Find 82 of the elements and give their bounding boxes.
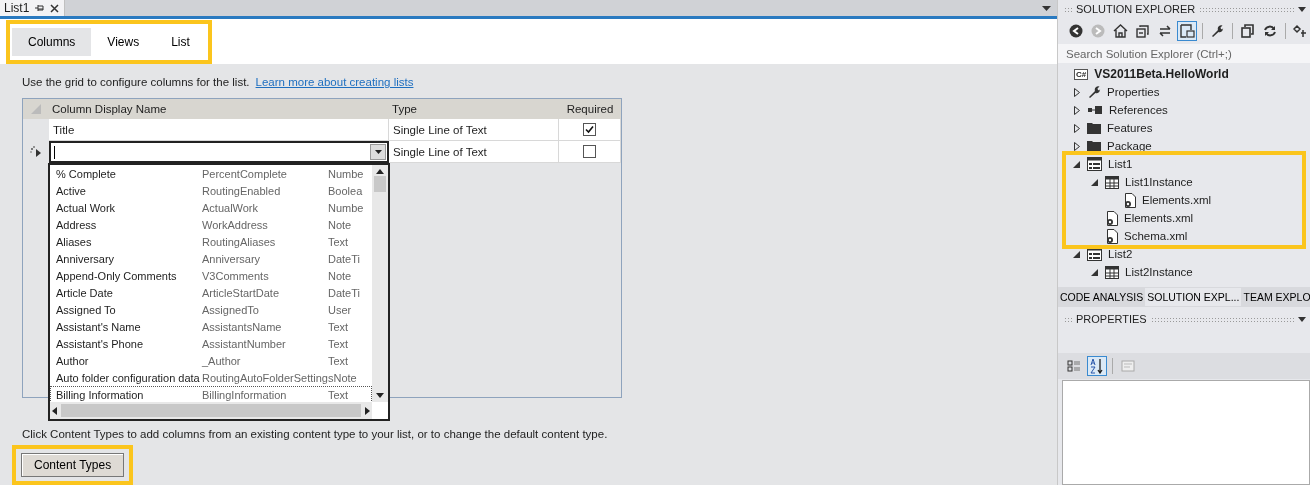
document-icon: [1105, 228, 1118, 244]
close-icon[interactable]: [50, 3, 60, 13]
scroll-down-icon[interactable]: [376, 393, 384, 398]
folder-icon: [1087, 122, 1101, 134]
panel-tab[interactable]: CODE ANALYSIS: [1058, 288, 1146, 306]
instruction-text: Use the grid to configure columns for the list.: [22, 76, 250, 88]
tree-item[interactable]: Elements.xml: [1142, 194, 1212, 206]
dropdown-item[interactable]: Active RoutingEnabled Boolea: [50, 182, 372, 199]
alphabetical-sort-icon[interactable]: [1087, 356, 1107, 376]
dropdown-item[interactable]: Author _Author Text: [50, 352, 372, 369]
dropdown-item[interactable]: Anniversary Anniversary DateTi: [50, 250, 372, 267]
tree-item[interactable]: Features: [1107, 122, 1153, 134]
tree-item[interactable]: List1: [1108, 158, 1133, 170]
table-cell: Single Line of Text: [389, 141, 559, 163]
scroll-left-icon[interactable]: [52, 406, 57, 415]
document-icon: [1105, 210, 1118, 226]
expanded-arrow-icon[interactable]: [1091, 268, 1098, 276]
tree-item[interactable]: List2Instance: [1125, 266, 1193, 278]
dropdown-item[interactable]: Actual Work ActualWork Numbe: [50, 199, 372, 216]
content-types-button[interactable]: Content Types: [21, 453, 125, 477]
project-name[interactable]: VS2011Beta.HelloWorld: [1094, 67, 1229, 81]
footer-text: Click Content Types to add columns from an existing content type to your list, or to change the default content type.: [22, 428, 609, 440]
dropdown-arrow-icon[interactable]: [1298, 6, 1306, 12]
horizontal-scrollbar[interactable]: [50, 402, 372, 419]
tree-item[interactable]: Schema.xml: [1124, 230, 1188, 242]
tree-item[interactable]: List2: [1108, 248, 1133, 260]
list-icon: [1087, 157, 1102, 171]
pin-icon[interactable]: [35, 4, 45, 13]
designer-tab[interactable]: Views: [91, 27, 156, 56]
dropdown-item[interactable]: Aliases RoutingAliases Text: [50, 233, 372, 250]
tree-item[interactable]: Elements.xml: [1124, 212, 1194, 224]
dropdown-item[interactable]: Assigned To AssignedTo User: [50, 301, 372, 318]
tree-item[interactable]: Package: [1107, 140, 1152, 152]
references-icon: [1087, 105, 1103, 115]
document-icon: [1123, 192, 1136, 208]
table-cell: Single Line of Text: [389, 119, 559, 141]
scroll-up-icon[interactable]: [376, 169, 384, 174]
column-header: Type: [391, 102, 418, 117]
scroll-thumb[interactable]: [374, 176, 386, 192]
help-link[interactable]: Learn more about creating lists: [255, 76, 414, 88]
dropdown-arrow-icon[interactable]: [374, 150, 382, 154]
dropdown-item[interactable]: % Complete PercentComplete Numbe: [50, 165, 372, 182]
expanded-arrow-icon[interactable]: [1073, 160, 1080, 168]
column-header: Column Display Name: [51, 102, 168, 117]
dropdown-item[interactable]: Auto folder configuration data RoutingAutoFolderSettingsNote: [50, 369, 372, 386]
table-icon: [1105, 175, 1119, 189]
collapsed-arrow-icon[interactable]: [1073, 141, 1080, 151]
show-all-files-icon[interactable]: [1177, 21, 1197, 41]
vertical-scrollbar[interactable]: [372, 165, 388, 402]
panel-tab[interactable]: TEAM EXPLO: [1241, 288, 1310, 306]
scroll-right-icon[interactable]: [365, 406, 370, 415]
folder-icon: [1087, 140, 1101, 152]
tree-item[interactable]: List1Instance: [1125, 176, 1193, 188]
collapsed-arrow-icon[interactable]: [1073, 123, 1080, 133]
collapsed-arrow-icon[interactable]: [1073, 87, 1080, 97]
wrench-icon: [1087, 85, 1101, 99]
dropdown-arrow-icon[interactable]: [1042, 6, 1051, 11]
collapsed-arrow-icon[interactable]: [1073, 105, 1080, 115]
designer-tab[interactable]: List: [155, 27, 206, 56]
expanded-arrow-icon[interactable]: [1073, 250, 1080, 258]
dropdown-arrow-icon[interactable]: [1298, 316, 1306, 322]
search-field[interactable]: Search Solution Explorer (Ctrl+;): [1058, 44, 1310, 63]
dropdown-item[interactable]: Address WorkAddress Note: [50, 216, 372, 233]
designer-tab[interactable]: Columns: [12, 27, 92, 56]
table-cell: Title: [49, 119, 389, 141]
panel-tab[interactable]: SOLUTION EXPL...: [1145, 288, 1242, 306]
scroll-thumb[interactable]: [61, 404, 361, 417]
required-checkbox[interactable]: [583, 145, 596, 158]
tree-item[interactable]: References: [1109, 104, 1168, 116]
dropdown-item[interactable]: Article Date ArticleStartDate DateTi: [50, 284, 372, 301]
table-icon: [1105, 265, 1119, 279]
panel-title: PROPERTIES: [1076, 313, 1147, 325]
column-name-combo[interactable]: [49, 141, 389, 163]
panel-title: SOLUTION EXPLORER: [1076, 3, 1196, 15]
dropdown-item[interactable]: Append-Only Comments V3Comments Note: [50, 267, 372, 284]
csharp-badge: C#: [1074, 68, 1089, 80]
tree-item[interactable]: Properties: [1107, 86, 1160, 98]
expanded-arrow-icon[interactable]: [1091, 178, 1098, 186]
required-checkbox[interactable]: [583, 123, 596, 136]
dropdown-item[interactable]: Assistant's Name AssistantsName Text: [50, 318, 372, 335]
dropdown-item[interactable]: Assistant's Phone AssistantNumber Text: [50, 335, 372, 352]
column-header: Required: [565, 102, 615, 117]
